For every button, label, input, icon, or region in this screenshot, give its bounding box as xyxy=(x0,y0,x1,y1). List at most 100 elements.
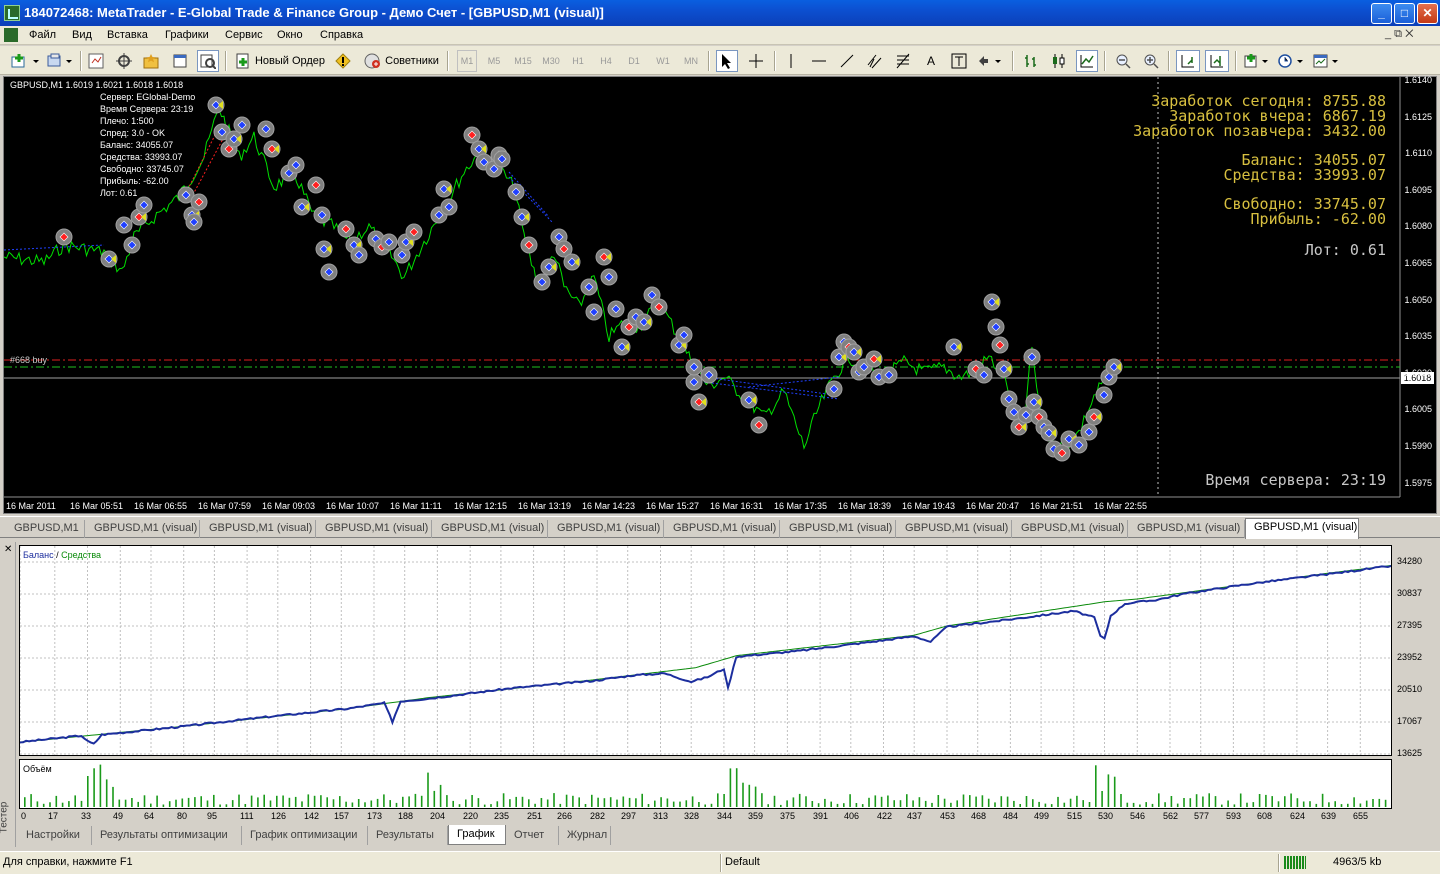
tester-tab[interactable]: График оптимизации xyxy=(242,826,368,845)
arrows-button[interactable] xyxy=(976,50,1004,72)
templates-button[interactable] xyxy=(1312,50,1342,72)
new-order-button[interactable]: Новый Ордер xyxy=(232,50,328,72)
line-chart-button[interactable] xyxy=(1076,50,1098,72)
time-tick-label: 16 Mar 22:55 xyxy=(1094,501,1148,511)
timeframe-h4[interactable]: H4 xyxy=(596,50,616,72)
balance-y-tick: 23952 xyxy=(1397,652,1423,662)
chart-tab[interactable]: GBPUSD,M1 (visual) xyxy=(85,520,200,538)
data-window-button[interactable] xyxy=(114,50,134,72)
chart-tab[interactable]: GBPUSD,M1 (visual) xyxy=(664,520,780,538)
alert-button[interactable] xyxy=(333,50,353,72)
volume-bar xyxy=(616,799,618,807)
zoom-in-button[interactable] xyxy=(1140,50,1162,72)
indicators-button[interactable] xyxy=(1242,50,1272,72)
close-button[interactable]: ✕ xyxy=(1417,3,1438,24)
chart-tab[interactable]: GBPUSD,M1 (visual) xyxy=(1128,520,1245,538)
strategy-tester-button[interactable] xyxy=(197,50,219,72)
new-chart-button[interactable] xyxy=(8,50,44,72)
balance-graph: Баланс / Средства xyxy=(19,545,1392,756)
profiles-button[interactable] xyxy=(46,50,76,72)
cursor-tool-button[interactable] xyxy=(716,50,738,72)
volume-bar xyxy=(597,797,599,807)
maximize-button[interactable]: □ xyxy=(1394,3,1415,24)
expert-advisors-button[interactable]: Советники xyxy=(360,50,442,72)
trade-marker xyxy=(337,220,355,238)
market-watch-button[interactable] xyxy=(86,50,106,72)
volume-bar xyxy=(244,804,247,807)
balance-x-tick: 453 xyxy=(940,811,956,821)
menu-help[interactable]: Справка xyxy=(320,29,363,41)
chart-tab[interactable]: GBPUSD,M1 (visual) xyxy=(200,520,316,538)
timeframe-h1[interactable]: H1 xyxy=(568,50,588,72)
menu-charts[interactable]: Графики xyxy=(165,29,209,41)
candle-chart-button[interactable] xyxy=(1048,50,1070,72)
chart-tab[interactable]: GBPUSD,M1 (visual) xyxy=(1012,520,1128,538)
channel-button[interactable] xyxy=(864,50,886,72)
chart-tab[interactable]: GBPUSD,M1 (visual) xyxy=(548,520,664,538)
trade-marker xyxy=(435,180,453,198)
volume-bar xyxy=(1214,796,1217,807)
text-tool-button[interactable]: A xyxy=(920,50,942,72)
tester-tab[interactable]: Результаты xyxy=(368,826,448,845)
timeframe-w1[interactable]: W1 xyxy=(652,50,674,72)
chart-tab[interactable]: GBPUSD,M1 (visual) xyxy=(1245,518,1359,539)
tester-close-icon[interactable]: ✕ xyxy=(4,544,12,555)
tester-tab[interactable]: Результаты оптимизации xyxy=(92,826,242,845)
volume-bar xyxy=(231,800,234,807)
menu-view[interactable]: Вид xyxy=(72,29,92,41)
trade-marker xyxy=(463,126,481,144)
menu-tools[interactable]: Сервис xyxy=(225,29,263,41)
vertical-line-button[interactable] xyxy=(780,50,802,72)
autoscroll-button[interactable] xyxy=(1176,50,1200,72)
crosshair-tool-button[interactable] xyxy=(745,50,767,72)
chart-tab[interactable]: GBPUSD,M1 (visual) xyxy=(432,520,548,538)
tester-tab[interactable]: Настройки xyxy=(18,826,92,845)
volume-bar xyxy=(578,797,580,807)
bar-chart-button[interactable] xyxy=(1020,50,1042,72)
trade-marker xyxy=(685,358,703,376)
time-tick-label: 16 Mar 12:15 xyxy=(454,501,508,511)
menu-window[interactable]: Окно xyxy=(277,29,303,41)
timeframe-d1[interactable]: D1 xyxy=(624,50,644,72)
mdi-window-controls[interactable]: _ ⧉ ✕ xyxy=(1385,28,1413,41)
volume-bar xyxy=(565,794,568,807)
timeframe-mn[interactable]: MN xyxy=(680,50,702,72)
timeframe-m1[interactable]: M1 xyxy=(457,50,477,72)
chart-tab[interactable]: GBPUSD,M1 (visual) xyxy=(780,520,896,538)
tester-tab[interactable]: Журнал xyxy=(559,826,611,845)
zoom-out-button[interactable] xyxy=(1112,50,1134,72)
trendline-button[interactable] xyxy=(836,50,858,72)
horizontal-line-button[interactable] xyxy=(808,50,830,72)
timeframe-m30[interactable]: M30 xyxy=(540,50,562,72)
menu-insert[interactable]: Вставка xyxy=(107,29,148,41)
timeframe-m5[interactable]: M5 xyxy=(484,50,504,72)
menu-file[interactable]: Файл xyxy=(29,29,56,41)
volume-bar xyxy=(754,786,757,807)
mdi-chart-icon[interactable] xyxy=(4,28,18,42)
chart-tab[interactable]: GBPUSD,M1 (visual) xyxy=(316,520,432,538)
chart-tab[interactable]: GBPUSD,M1 xyxy=(5,520,85,538)
timeframe-m15[interactable]: M15 xyxy=(512,50,534,72)
tester-tab[interactable]: График xyxy=(448,825,506,845)
minimize-button[interactable]: _ xyxy=(1371,3,1392,24)
volume-bar xyxy=(446,795,448,807)
volume-bar xyxy=(906,794,908,807)
navigator-button[interactable] xyxy=(141,50,161,72)
volume-bar xyxy=(1189,798,1192,807)
chart-shift-button[interactable] xyxy=(1205,50,1229,72)
volume-bar xyxy=(981,795,984,807)
price-chart-window[interactable]: GBPUSD,M1 1.6019 1.6021 1.6018 1.6018 Се… xyxy=(3,75,1437,514)
volume-bar xyxy=(987,798,990,807)
fibonacci-button[interactable] xyxy=(892,50,914,72)
text-label-button[interactable] xyxy=(948,50,970,72)
terminal-button[interactable] xyxy=(170,50,190,72)
balance-x-tick: 282 xyxy=(590,811,606,821)
balance-x-tick: 499 xyxy=(1034,811,1050,821)
trade-marker xyxy=(945,338,963,356)
volume-bar xyxy=(1088,802,1091,807)
periods-button[interactable] xyxy=(1277,50,1307,72)
balance-x-tick: 17 xyxy=(48,811,59,821)
volume-bar xyxy=(1365,800,1368,807)
chart-tab[interactable]: GBPUSD,M1 (visual) xyxy=(896,520,1012,538)
tester-tab[interactable]: Отчет xyxy=(506,826,559,845)
